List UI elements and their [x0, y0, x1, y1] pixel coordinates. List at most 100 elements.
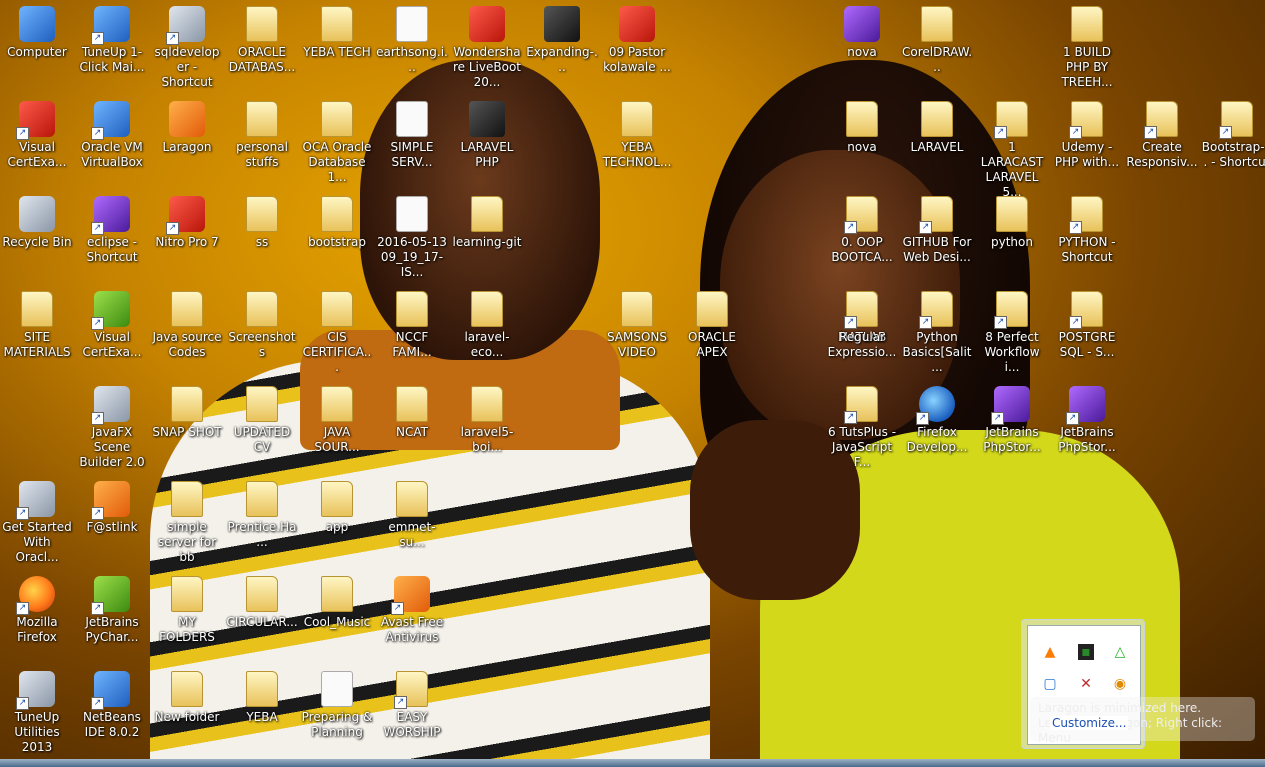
desktop-icon[interactable]: ↗ eclipse - Shortcut [75, 190, 149, 282]
desktop-icon[interactable]: CIRCULAR... [225, 570, 299, 662]
desktop-icon[interactable]: ↗ Create Responsiv... [1125, 95, 1199, 187]
desktop-icon[interactable]: ss [225, 190, 299, 282]
desktop-icon[interactable]: ↗ POSTGRE SQL - S... [1050, 285, 1124, 377]
mp3-icon [619, 6, 655, 42]
desktop-icon[interactable]: ↗ Regular Expressio... [825, 285, 899, 377]
desktop-icon[interactable]: ↗ TuneUp 1-Click Mai... [75, 0, 149, 92]
desktop-icon[interactable]: 2016-05-13 09_19_17-IS... [375, 190, 449, 282]
desktop-icon[interactable]: UPDATED CV [225, 380, 299, 472]
network-icon[interactable]: ✕ [1078, 676, 1094, 692]
tray-customize-link[interactable]: Customize... [1050, 716, 1129, 730]
desktop-icon[interactable]: nova [825, 0, 899, 92]
desktop-icon[interactable]: Prentice.Ha... [225, 475, 299, 567]
shortcut-arrow-icon: ↗ [844, 316, 857, 329]
desktop-icon[interactable]: ↗ GITHUB For Web Desi... [900, 190, 974, 282]
desktop-icon[interactable]: ↗ Nitro Pro 7 [150, 190, 224, 282]
desktop-icon-label: Python Basics[Salit... [902, 330, 972, 374]
desktop-icon[interactable]: CIS CERTIFICA... [300, 285, 374, 377]
desktop-icon[interactable]: emmet-su... [375, 475, 449, 567]
desktop-icon[interactable]: Screenshots [225, 285, 299, 377]
desktop-icon-label: Create Responsiv... [1126, 140, 1198, 169]
desktop-icon[interactable]: ↗Bootstrap-... - Shortcut [1200, 95, 1265, 187]
desktop-icon[interactable]: Preparing & Planning [300, 665, 374, 757]
vlc-icon[interactable]: ▲ [1042, 644, 1058, 660]
desktop-icon[interactable]: ↗ Get Started With Oracl... [0, 475, 74, 567]
desktop-icon[interactable]: New folder [150, 665, 224, 757]
desktop-icon[interactable]: earthsong.i... [375, 0, 449, 92]
desktop-icon-label: 0. OOP BOOTCA... [831, 235, 893, 264]
folder-icon [21, 291, 53, 327]
desktop-icon[interactable]: MY FOLDERS [150, 570, 224, 662]
desktop-icon[interactable]: SITE MATERIALS [0, 285, 74, 377]
desktop-icon[interactable]: ↗ 8 Perfect Workflow i... [975, 285, 1049, 377]
desktop-icon[interactable]: ↗ sqldeveloper - Shortcut [150, 0, 224, 92]
desktop-icon-label: app [325, 520, 349, 534]
desktop-icon[interactable]: nova [825, 95, 899, 187]
avast-tray-icon[interactable]: ◉ [1112, 676, 1128, 692]
desktop-icon[interactable]: python [975, 190, 1049, 282]
desktop-icon[interactable]: LARAVEL PHP [450, 95, 524, 187]
desktop-icon[interactable]: ↗ 0. OOP BOOTCA... [825, 190, 899, 282]
desktop-icon[interactable]: OCA Oracle Database 1... [300, 95, 374, 187]
desktop-icon[interactable]: laravel-eco... [450, 285, 524, 377]
desktop-icon[interactable]: ↗ Mozilla Firefox [0, 570, 74, 662]
desktop-icon[interactable]: ↗ Udemy - PHP with... [1050, 95, 1124, 187]
desktop-icon[interactable]: YEBA [225, 665, 299, 757]
terminal-icon[interactable]: ▪ [1078, 644, 1094, 660]
desktop-icon[interactable]: SAMSONS VIDEO [600, 285, 674, 377]
desktop-icon[interactable]: ↗ Python Basics[Salit... [900, 285, 974, 377]
desktop-icon[interactable]: ↗ EASY WORSHIP [375, 665, 449, 757]
desktop-icon[interactable]: simple server for bb [150, 475, 224, 567]
folder-icon [396, 386, 428, 422]
folder-icon [321, 291, 353, 327]
desktop-icon[interactable]: ↗ Visual CertExa... [75, 285, 149, 377]
desktop-icon[interactable]: Computer [0, 0, 74, 92]
desktop-icon[interactable]: bootstrap [300, 190, 374, 282]
desktop-icon[interactable]: Recycle Bin [0, 190, 74, 282]
laragon-tray-icon[interactable]: ▢ [1042, 676, 1058, 692]
desktop-icon[interactable]: ↗ 1 LARACAST LARAVEL 5... [975, 95, 1049, 199]
desktop-icon[interactable]: JAVA SOUR... [300, 380, 374, 472]
desktop-icon[interactable]: Cool_Music [300, 570, 374, 662]
desktop-icon[interactable]: ↗ JavaFX Scene Builder 2.0 [75, 380, 149, 472]
desktop-icon[interactable]: Expanding-... [525, 0, 599, 92]
desktop-icon[interactable]: 09 Pastor kolawale ... [600, 0, 674, 92]
desktop-icon[interactable]: ↗ JetBrains PhpStor... [1050, 380, 1124, 472]
desktop-icon[interactable]: ORACLE APEX [675, 285, 749, 377]
desktop-icon[interactable]: ↗ JetBrains PhpStor... [975, 380, 1049, 472]
desktop[interactable]: Computer ↗ TuneUp 1-Click Mai... ↗ sqldevelo… [0, 0, 1265, 767]
desktop-icon[interactable]: ↗ F@stlink [75, 475, 149, 567]
desktop-icon[interactable]: SIMPLE SERV... [375, 95, 449, 187]
taskbar[interactable] [0, 759, 1265, 767]
desktop-icon[interactable]: YEBA TECHNOL... [600, 95, 674, 187]
desktop-icon[interactable]: ↗ TuneUp Utilities 2013 [0, 665, 74, 757]
desktop-icon-label: F@stlink [86, 520, 138, 534]
desktop-icon[interactable]: ↗ PYTHON - Shortcut [1050, 190, 1124, 282]
desktop-icon[interactable]: personal stuffs [225, 95, 299, 187]
desktop-icon[interactable]: 1 BUILD PHP BY TREEH... [1050, 0, 1124, 92]
desktop-icon[interactable]: ORACLE DATABAS... [225, 0, 299, 92]
desktop-icon[interactable]: YEBA TECH [300, 0, 374, 92]
desktop-icon[interactable]: NCCF FAMI... [375, 285, 449, 377]
desktop-icon[interactable]: ↗ Oracle VM VirtualBox [75, 95, 149, 187]
desktop-icon[interactable]: Java source Codes [150, 285, 224, 377]
desktop-icon[interactable]: NCAT [375, 380, 449, 472]
desktop-icon[interactable]: SNAP SHOT [150, 380, 224, 472]
folder-icon: ↗ [1069, 196, 1103, 234]
desktop-icon[interactable]: Laragon [150, 95, 224, 187]
folder-icon [321, 481, 353, 517]
desktop-icon[interactable]: ↗ Firefox Develop... [900, 380, 974, 472]
desktop-icon[interactable]: ↗ Visual CertExa... [0, 95, 74, 187]
desktop-icon[interactable]: Wondershare LiveBoot 20... [450, 0, 524, 92]
desktop-icon[interactable]: ↗ JetBrains PyChar... [75, 570, 149, 662]
desktop-icon[interactable]: ↗ Avast Free Antivirus [375, 570, 449, 662]
desktop-icon[interactable]: app [300, 475, 374, 567]
desktop-icon[interactable]: ↗ 6 TutsPlus - JavaScript F... [825, 380, 899, 472]
desktop-icon[interactable]: learning-git [450, 190, 524, 282]
desktop-icon[interactable]: CorelDRAW... [900, 0, 974, 92]
drive-icon[interactable]: △ [1112, 644, 1128, 660]
desktop-icon[interactable]: ↗ NetBeans IDE 8.0.2 [75, 665, 149, 757]
desktop-icon[interactable]: laravel5-boi... [450, 380, 524, 472]
desktop-icon-label: Computer [7, 45, 67, 59]
desktop-icon[interactable]: LARAVEL [900, 95, 974, 187]
